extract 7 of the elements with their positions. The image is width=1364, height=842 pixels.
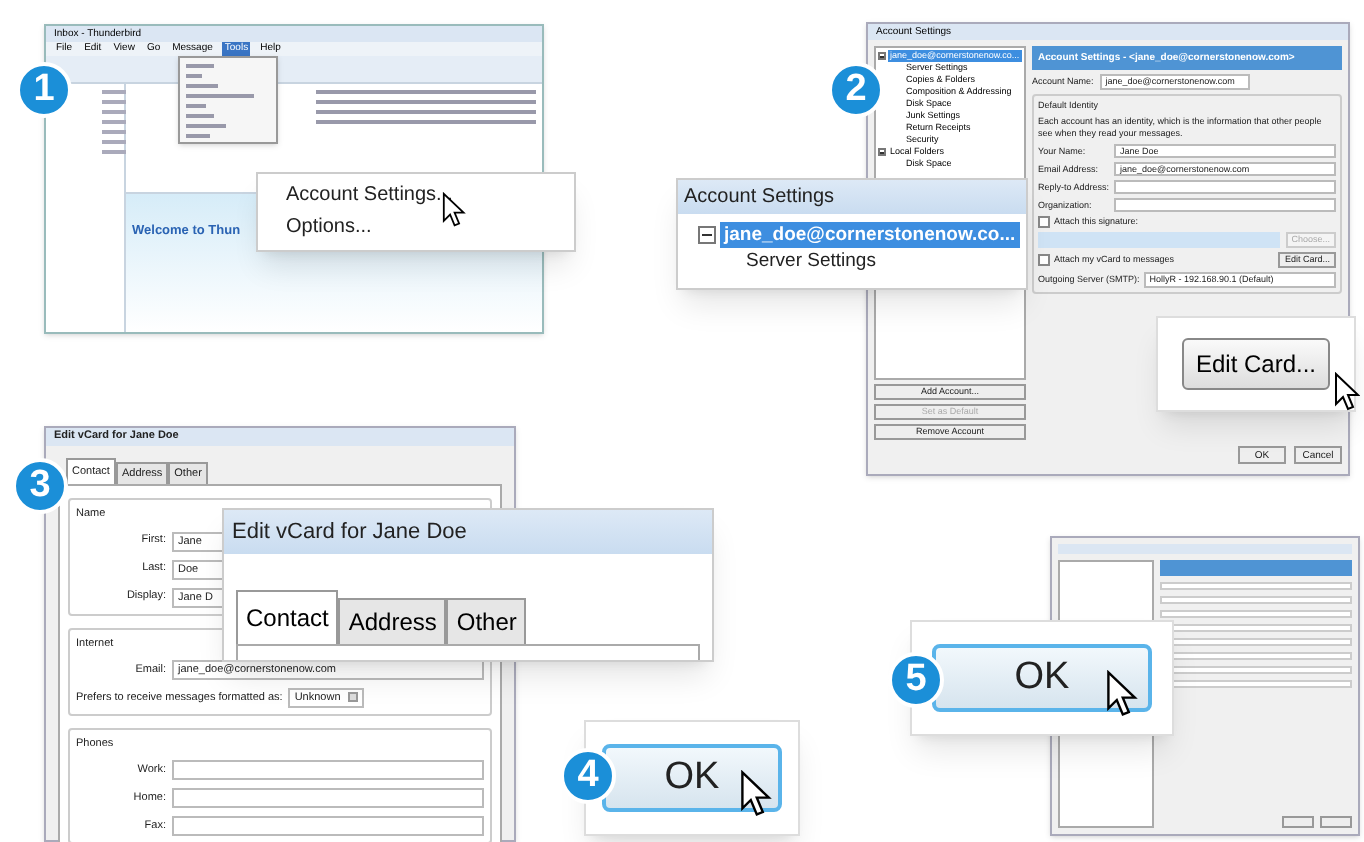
window-title: Edit vCard for Jane Doe: [224, 510, 712, 554]
step-number-badge: 4: [560, 748, 616, 804]
step-number-badge: 2: [828, 62, 884, 118]
step-number-badge: 5: [888, 652, 944, 708]
step-number-badge: 1: [16, 62, 72, 118]
step-number-badge: 3: [12, 458, 68, 514]
window-title: Account Settings: [678, 180, 1026, 214]
